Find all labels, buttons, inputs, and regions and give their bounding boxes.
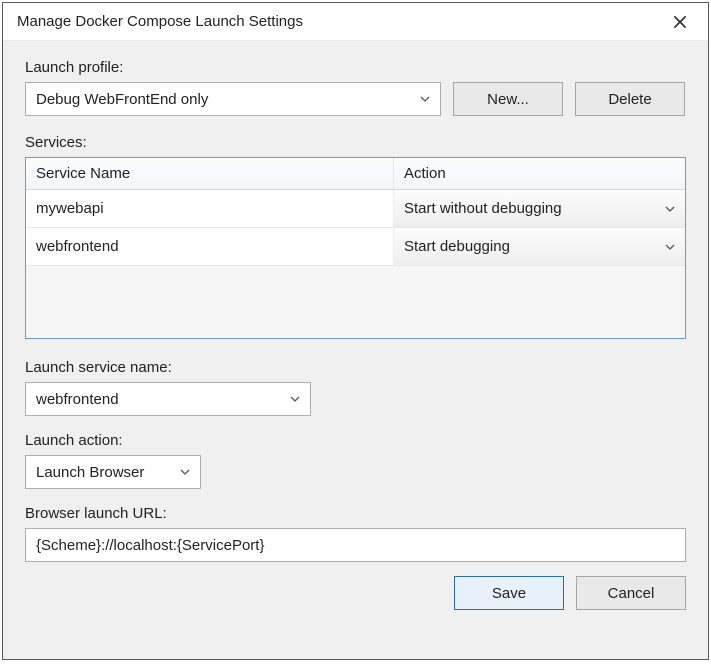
launch-service-name-dropdown[interactable]: webfrontend: [25, 382, 311, 416]
chevron-down-icon: [288, 392, 302, 406]
launch-profile-dropdown[interactable]: Debug WebFrontEnd only: [25, 82, 441, 116]
launch-action-label: Launch action:: [25, 432, 686, 449]
chevron-down-icon: [663, 202, 677, 216]
launch-service-name-value: webfrontend: [36, 391, 288, 408]
service-action-value: Start without debugging: [404, 200, 663, 217]
browser-launch-url-label: Browser launch URL:: [25, 505, 686, 522]
chevron-down-icon: [663, 240, 677, 254]
close-icon[interactable]: [662, 8, 698, 36]
browser-launch-url-input[interactable]: {Scheme}://localhost:{ServicePort}: [25, 528, 686, 562]
dialog-body: Launch profile: Debug WebFrontEnd only N…: [3, 41, 708, 659]
titlebar: Manage Docker Compose Launch Settings: [3, 3, 708, 41]
browser-launch-url-value: {Scheme}://localhost:{ServicePort}: [36, 537, 264, 554]
dialog-footer: Save Cancel: [25, 562, 686, 610]
launch-action-value: Launch Browser: [36, 464, 178, 481]
service-action-value: Start debugging: [404, 238, 663, 255]
save-button[interactable]: Save: [454, 576, 564, 610]
launch-profile-row: Debug WebFrontEnd only New... Delete: [25, 82, 686, 116]
launch-action-dropdown[interactable]: Launch Browser: [25, 455, 201, 489]
window-title: Manage Docker Compose Launch Settings: [17, 13, 662, 30]
cancel-button[interactable]: Cancel: [576, 576, 686, 610]
new-button[interactable]: New...: [453, 82, 563, 116]
col-header-action: Action: [394, 158, 685, 189]
chevron-down-icon: [418, 92, 432, 106]
services-header-row: Service Name Action: [26, 158, 685, 190]
save-button-label: Save: [492, 585, 526, 602]
launch-profile-value: Debug WebFrontEnd only: [36, 91, 418, 108]
chevron-down-icon: [178, 465, 192, 479]
table-row[interactable]: mywebapi Start without debugging: [26, 190, 685, 228]
delete-button-label: Delete: [608, 91, 651, 108]
dialog-window: Manage Docker Compose Launch Settings La…: [2, 2, 709, 660]
service-action-dropdown[interactable]: Start debugging: [394, 228, 685, 265]
new-button-label: New...: [487, 91, 529, 108]
delete-button[interactable]: Delete: [575, 82, 685, 116]
services-grid: Service Name Action mywebapi Start witho…: [25, 157, 686, 339]
service-name-cell: webfrontend: [26, 228, 394, 265]
launch-service-name-label: Launch service name:: [25, 359, 686, 376]
col-header-service-name: Service Name: [26, 158, 394, 189]
table-row[interactable]: webfrontend Start debugging: [26, 228, 685, 266]
launch-profile-label: Launch profile:: [25, 59, 686, 76]
cancel-button-label: Cancel: [608, 585, 655, 602]
service-action-dropdown[interactable]: Start without debugging: [394, 190, 685, 227]
services-label: Services:: [25, 134, 686, 151]
grid-empty-area: [26, 266, 685, 338]
service-name-cell: mywebapi: [26, 190, 394, 227]
